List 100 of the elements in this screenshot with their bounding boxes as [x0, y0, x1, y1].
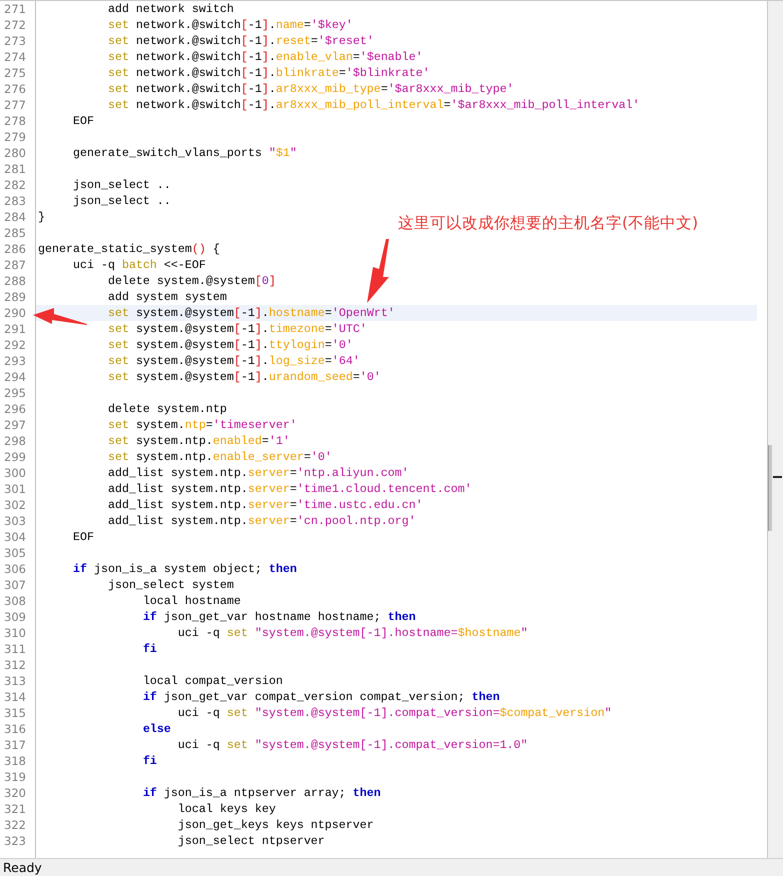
line-number: 276	[3, 81, 27, 97]
code-line: generate_switch_vlans_ports "$1"	[72, 145, 297, 161]
line-number: 282	[3, 177, 27, 193]
code-line: json_get_keys keys ntpserver	[176, 817, 374, 833]
code-line: set system.ntp.enabled='1'	[106, 433, 290, 449]
line-number: 321	[3, 801, 27, 817]
line-number: 295	[3, 385, 27, 401]
line-number: 322	[3, 817, 27, 833]
code-line: set system.@system[-1].ttylogin='0'	[106, 337, 353, 353]
code-line: add_list system.ntp.server='time.ustc.edu.cn'	[106, 497, 423, 513]
line-number: 308	[3, 593, 27, 609]
line-number: 294	[3, 369, 27, 385]
code-line: json_select ntpserver	[176, 833, 325, 849]
code-line: add_list system.ntp.server='time1.cloud.tencent.com'	[106, 481, 472, 497]
code-line: add_list system.ntp.server='cn.pool.ntp.org'	[106, 513, 416, 529]
line-number: 275	[3, 65, 27, 81]
line-number: 297	[3, 417, 27, 433]
code-line: set network.@switch[-1].reset='$reset'	[106, 33, 374, 49]
line-number: 306	[3, 561, 27, 577]
code-line: set system.@system[-1].timezone='UTC'	[106, 321, 367, 337]
line-number: 287	[3, 257, 27, 273]
line-number: 273	[3, 33, 27, 49]
line-number: 284	[3, 209, 27, 225]
code-line: local hostname	[142, 593, 241, 609]
code-line: add system system	[106, 289, 227, 305]
line-number: 310	[3, 625, 27, 641]
line-number: 272	[3, 17, 27, 33]
code-line: delete system.@system[0]	[106, 273, 276, 289]
line-number: 280	[3, 145, 27, 161]
status-text: Ready	[3, 860, 42, 875]
line-number: 300	[3, 465, 27, 481]
line-number: 286	[3, 241, 27, 257]
code-line: uci -q set "system.@system[-1].compat_version=1.0"	[176, 737, 528, 753]
code-line: delete system.ntp	[106, 401, 227, 417]
line-number: 291	[3, 321, 27, 337]
code-line: if json_is_a ntpserver array; then	[142, 785, 381, 801]
line-number: 301	[3, 481, 27, 497]
annotation-text: 这里可以改成你想要的主机名字(不能中文)	[398, 213, 698, 234]
code-line: set network.@switch[-1].ar8xxx_mib_poll_interval='$ar8xxx_mib_poll_interval'	[106, 97, 640, 113]
code-line: EOF	[72, 529, 94, 545]
line-number: 281	[3, 161, 27, 177]
code-line: set network.@switch[-1].enable_vlan='$enable'	[106, 49, 423, 65]
line-number: 277	[3, 97, 27, 113]
line-number: 303	[3, 513, 27, 529]
line-number: 292	[3, 337, 27, 353]
line-number: 278	[3, 113, 27, 129]
code-line: json_select system	[106, 577, 234, 593]
code-line: set network.@switch[-1].blinkrate='$blinkrate'	[106, 65, 430, 81]
line-number: 299	[3, 449, 27, 465]
line-number: 298	[3, 433, 27, 449]
code-line: set network.@switch[-1].name='$key'	[106, 17, 353, 33]
code-line: fi	[142, 753, 157, 769]
line-number: 307	[3, 577, 27, 593]
line-number: 320	[3, 785, 27, 801]
line-number: 304	[3, 529, 27, 545]
line-number: 312	[3, 657, 27, 673]
line-number: 302	[3, 497, 27, 513]
line-number: 288	[3, 273, 27, 289]
code-line: set network.@switch[-1].ar8xxx_mib_type='$ar8xxx_mib_type'	[106, 81, 514, 97]
code-line: json_select ..	[72, 193, 171, 209]
code-line: if json_get_var hostname hostname; then	[142, 609, 416, 625]
code-line: add_list system.ntp.server='ntp.aliyun.com'	[106, 465, 409, 481]
line-number: 316	[3, 721, 27, 737]
code-line: set system.@system[-1].urandom_seed='0'	[106, 369, 381, 385]
code-line: else	[142, 721, 171, 737]
code-line: set system.ntp.enable_server='0'	[106, 449, 332, 465]
line-number: 305	[3, 545, 27, 561]
code-line: set system.ntp='timeserver'	[106, 417, 297, 433]
code-line: EOF	[72, 113, 94, 129]
code-line: local keys key	[176, 801, 276, 817]
line-number: 317	[3, 737, 27, 753]
line-number: 290	[3, 305, 27, 321]
line-number: 323	[3, 833, 27, 849]
scroll-marker	[773, 476, 782, 478]
line-number: 285	[3, 225, 27, 241]
line-number: 296	[3, 401, 27, 417]
code-line: }	[37, 209, 46, 225]
line-number: 289	[3, 289, 27, 305]
line-number: 274	[3, 49, 27, 65]
code-line: json_select ..	[72, 177, 171, 193]
code-line: local compat_version	[142, 673, 283, 689]
code-line: fi	[142, 641, 157, 657]
code-line: set system.@system[-1].log_size='64'	[106, 353, 360, 369]
line-number: 318	[3, 753, 27, 769]
code-line: if json_is_a system object; then	[72, 561, 297, 577]
line-number: 311	[3, 641, 27, 657]
line-number: 283	[3, 193, 27, 209]
line-number: 293	[3, 353, 27, 369]
code-line: add network switch	[106, 1, 234, 17]
code-line: uci -q set "system.@system[-1].hostname=$hostname"	[176, 625, 528, 641]
line-number: 313	[3, 673, 27, 689]
line-number: 319	[3, 769, 27, 785]
code-line: uci -q batch <<-EOF	[72, 257, 206, 273]
line-number: 315	[3, 705, 27, 721]
line-number: 279	[3, 129, 27, 145]
line-number: 314	[3, 689, 27, 705]
code-line: uci -q set "system.@system[-1].compat_version=$compat_version"	[176, 705, 612, 721]
code-line: if json_get_var compat_version compat_version; then	[142, 689, 500, 705]
line-number: 271	[3, 1, 27, 17]
scrollbar-thumb[interactable]	[768, 445, 772, 531]
